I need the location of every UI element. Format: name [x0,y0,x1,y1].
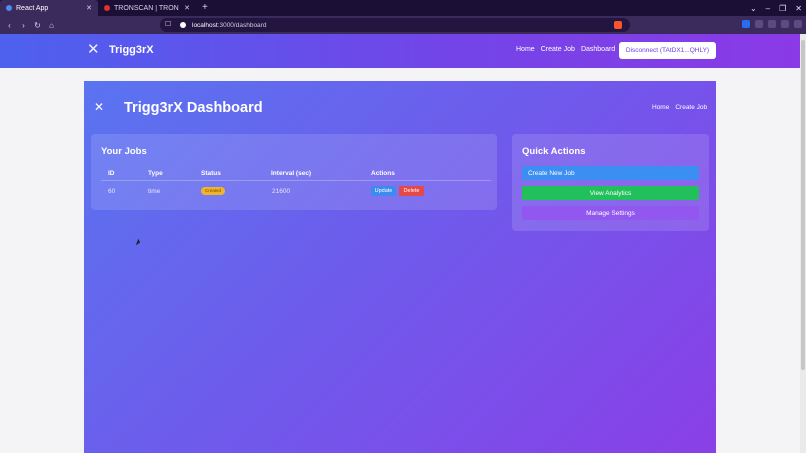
column-header-actions: Actions [371,170,395,177]
brand-name[interactable]: Trigg3rX [109,44,154,56]
close-icon[interactable]: ✕ [94,100,104,114]
scrollbar-thumb[interactable] [801,40,805,370]
url-text: localhost:3000/dashboard [192,21,267,29]
extensions-area [742,20,802,28]
restore-icon[interactable]: ❐ [779,4,786,13]
browser-tab-tronscan[interactable]: TRONSCAN | TRON BlockCh ✕ [98,0,196,16]
react-favicon-icon [6,5,12,11]
browser-toolbar: ‹ › ↻ ⌂ ☐ localhost:3000/dashboard [0,16,806,34]
tab-title: TRONSCAN | TRON BlockCh [114,4,181,12]
new-tab-button[interactable]: + [196,0,214,16]
logo-x-icon[interactable]: ✕ [87,42,101,57]
window-controls: ⌄ – ❐ ✕ [750,0,802,16]
disconnect-wallet-button[interactable]: Disconnect (TAtDX1...QHLY) [619,42,716,59]
create-new-job-button[interactable]: Create New Job [522,166,699,180]
menu-icon[interactable] [794,20,802,28]
tab-title: React App [16,4,49,12]
extension-icon[interactable] [742,20,750,28]
wallet-icon[interactable] [781,20,789,28]
tab-search-icon[interactable]: ⌄ [750,4,757,13]
app-header: ✕ Trigg3rX Home Create Job Dashboard Dis… [0,34,800,68]
bookmark-icon[interactable]: ☐ [165,20,171,28]
page-title: Trigg3rX Dashboard [124,100,263,116]
minimize-icon[interactable]: – [766,4,770,13]
dashboard-create-job-link[interactable]: Create Job [675,104,707,111]
reload-icon[interactable]: ↻ [31,21,44,30]
back-icon[interactable]: ‹ [3,21,16,30]
home-icon[interactable]: ⌂ [45,21,58,30]
status-badge: Created [201,187,225,195]
top-nav: Home Create Job Dashboard [516,46,615,53]
site-info-icon[interactable] [180,22,186,28]
update-job-button[interactable]: Update [371,186,396,196]
address-bar[interactable]: ☐ localhost:3000/dashboard [160,18,630,32]
close-tab-icon[interactable]: ✕ [184,4,190,12]
column-header-id: ID [108,170,115,177]
forward-icon[interactable]: › [17,21,30,30]
delete-job-button[interactable]: Delete [399,186,424,196]
nav-dashboard-link[interactable]: Dashboard [581,46,615,53]
dashboard-nav: Home Create Job [652,104,707,111]
quick-actions-title: Quick Actions [522,146,586,157]
tronscan-favicon-icon [104,5,110,11]
brave-shield-icon[interactable] [614,21,622,29]
table-divider [101,180,491,181]
column-header-interval: Interval (sec) [271,170,312,177]
sidebar-icon[interactable] [768,20,776,28]
close-tab-icon[interactable]: ✕ [86,4,92,12]
nav-create-job-link[interactable]: Create Job [541,46,575,53]
browser-tab-react-app[interactable]: React App ✕ [0,0,98,16]
dashboard-home-link[interactable]: Home [652,104,669,111]
close-window-icon[interactable]: ✕ [795,4,802,13]
view-analytics-button[interactable]: View Analytics [522,186,699,200]
extension-icon[interactable] [755,20,763,28]
job-interval-cell: 21600 [272,188,291,195]
column-header-type: Type [148,170,163,177]
manage-settings-button[interactable]: Manage Settings [522,206,699,220]
nav-home-link[interactable]: Home [516,46,535,53]
browser-tab-strip: React App ✕ TRONSCAN | TRON BlockCh ✕ + … [0,0,806,16]
jobs-card-title: Your Jobs [101,146,147,157]
column-header-status: Status [201,170,221,177]
job-type-cell: time [148,188,161,195]
job-id-cell: 60 [108,188,116,195]
